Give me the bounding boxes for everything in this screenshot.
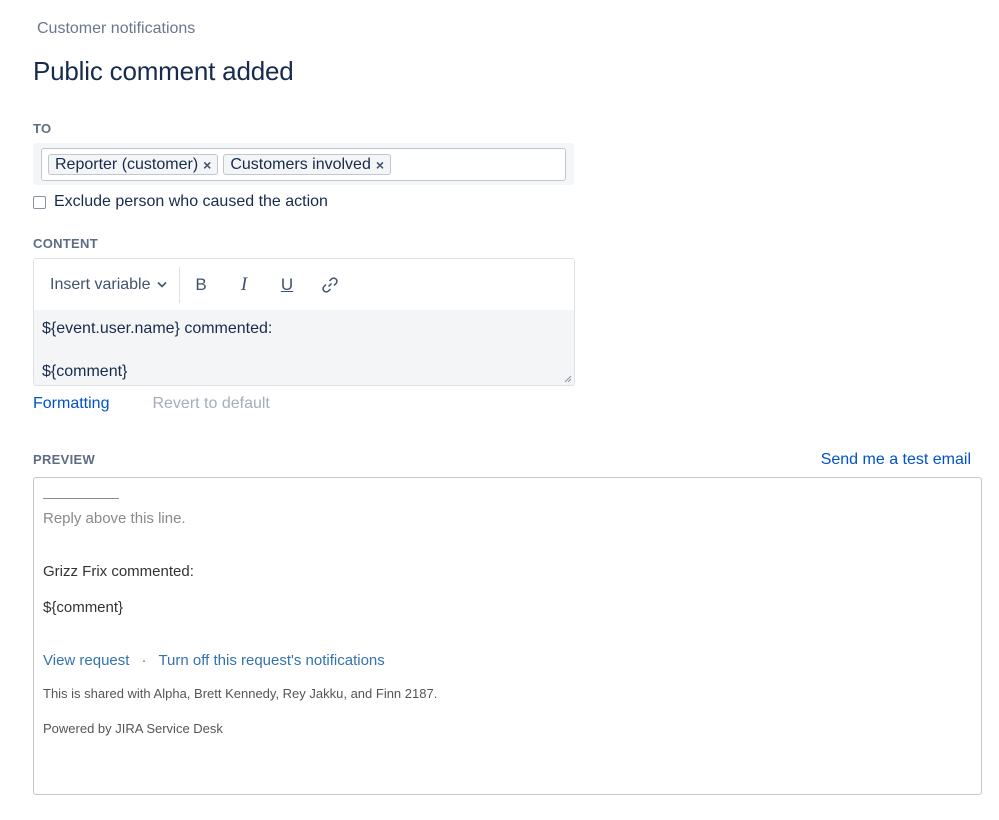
chevron-down-icon	[156, 281, 167, 288]
recipient-chip-label: Customers involved	[230, 155, 371, 173]
content-label: CONTENT	[33, 236, 98, 251]
turn-off-notifications-link[interactable]: Turn off this request's notifications	[158, 652, 384, 669]
editor-toolbar: Insert variable B I U	[34, 259, 574, 310]
recipient-chip: Customers involved ×	[223, 154, 392, 175]
page-title: Public comment added	[33, 56, 294, 86]
bold-button[interactable]: B	[180, 267, 223, 303]
link-icon	[322, 276, 338, 293]
powered-by-text: Powered by JIRA Service Desk	[43, 721, 223, 736]
revert-to-default-link: Revert to default	[152, 395, 270, 412]
to-label: TO	[33, 121, 52, 136]
reply-divider	[43, 498, 119, 499]
exclude-option[interactable]: Exclude person who caused the action	[33, 193, 328, 211]
editor-line: ${event.user.name} commented:	[42, 320, 273, 337]
formatting-link[interactable]: Formatting	[33, 395, 109, 413]
underline-button[interactable]: U	[266, 267, 309, 303]
send-test-email-link[interactable]: Send me a test email	[821, 451, 971, 469]
insert-variable-label: Insert variable	[50, 275, 151, 293]
link-button[interactable]	[309, 267, 352, 303]
preview-links: View request · Turn off this request's n…	[43, 652, 385, 669]
email-preview: Reply above this line. Grizz Frix commen…	[33, 477, 982, 795]
comment-text: ${comment}	[43, 599, 124, 616]
shared-with-text: This is shared with Alpha, Brett Kennedy…	[43, 686, 438, 701]
resize-handle-icon[interactable]	[562, 373, 572, 383]
content-editor[interactable]: Insert variable B I U ${event.user.name}…	[33, 258, 575, 386]
commented-text: Grizz Frix commented:	[43, 563, 194, 580]
to-recipients-field[interactable]: Reporter (customer) × Customers involved…	[41, 148, 566, 181]
remove-icon[interactable]: ×	[203, 158, 211, 172]
editor-line: ${comment}	[42, 363, 128, 380]
editor-text-area[interactable]: ${event.user.name} commented: ${comment}	[34, 310, 574, 383]
remove-icon[interactable]: ×	[376, 158, 384, 172]
preview-label: PREVIEW	[33, 452, 96, 467]
breadcrumb[interactable]: Customer notifications	[37, 20, 195, 38]
insert-variable-dropdown[interactable]: Insert variable	[34, 266, 180, 303]
content-actions: Formatting Revert to default	[33, 395, 270, 413]
recipient-chip-label: Reporter (customer)	[55, 155, 199, 173]
view-request-link[interactable]: View request	[43, 652, 129, 669]
recipient-chip: Reporter (customer) ×	[48, 154, 219, 175]
reply-above-text: Reply above this line.	[43, 510, 186, 527]
link-separator: ·	[141, 652, 147, 669]
exclude-label: Exclude person who caused the action	[54, 193, 328, 210]
italic-button[interactable]: I	[223, 267, 266, 303]
exclude-checkbox[interactable]	[33, 195, 46, 209]
